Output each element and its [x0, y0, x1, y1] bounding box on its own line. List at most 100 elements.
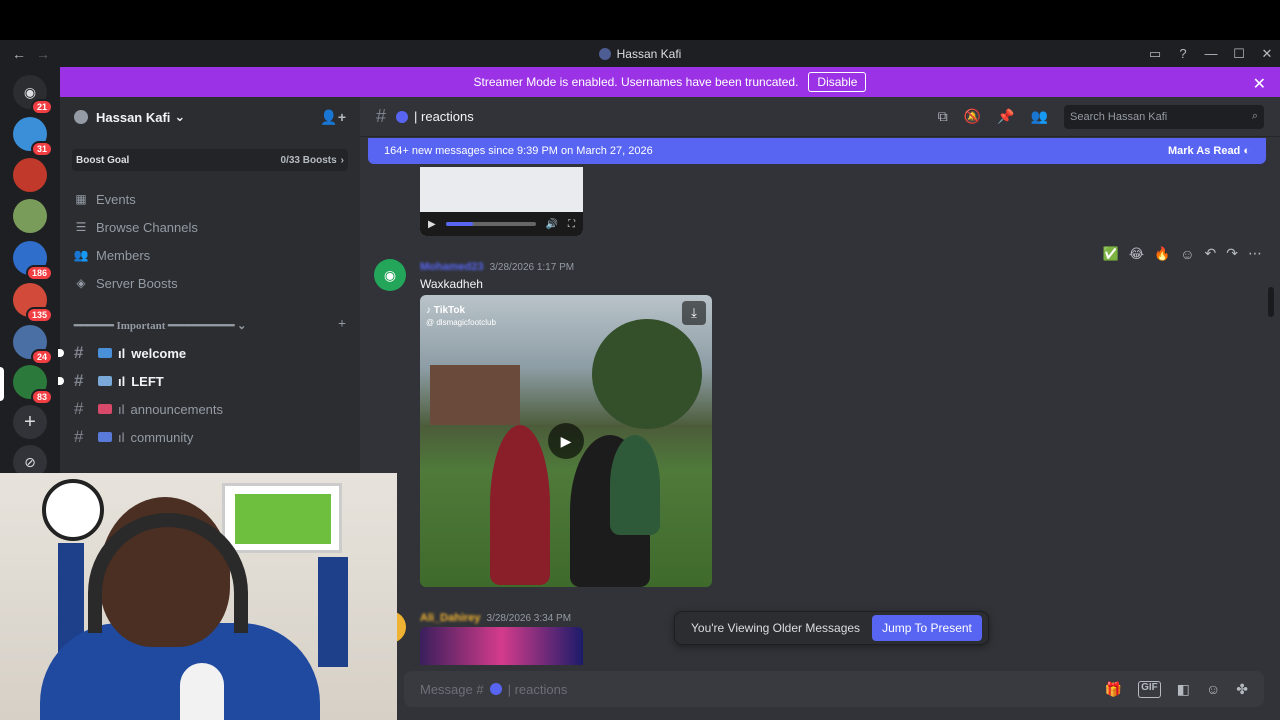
chat-scrollbar[interactable]: [1268, 287, 1274, 317]
previous-video-embed[interactable]: ▶ 🔊 ⛶: [420, 167, 583, 236]
server-icon-5[interactable]: 135: [13, 283, 53, 323]
hash-icon: #: [74, 343, 84, 362]
notification-badge: 24: [30, 349, 53, 365]
hash-icon: #: [74, 371, 84, 390]
reaction-fire-icon[interactable]: 🔥: [1154, 246, 1170, 262]
reply-icon[interactable]: ↶: [1205, 245, 1217, 262]
message-input[interactable]: Message # | reactions 🎁 GIF ◧ ☺ ✤: [404, 671, 1264, 707]
channel-label: announcements: [130, 401, 224, 417]
back-icon[interactable]: ←: [12, 46, 26, 62]
forward-icon[interactable]: ↷: [1226, 245, 1238, 262]
video-scene-person: [490, 425, 550, 585]
menu-item-server-boosts[interactable]: ◈ Server Boosts: [60, 269, 360, 297]
direct-messages-button[interactable]: ◉ 21: [13, 75, 53, 115]
message-hover-toolbar: ✅ 😂 🔥 ☺ ↶ ↷ ⋯: [1103, 245, 1262, 262]
server-icon-4[interactable]: 186: [13, 241, 53, 281]
boost-goal-bar[interactable]: Boost Goal 0/33 Boosts ›: [72, 149, 348, 171]
volume-icon[interactable]: 🔊: [546, 219, 558, 230]
server-icon-1[interactable]: 31: [13, 117, 53, 157]
channel-community[interactable]: # ıl community: [60, 423, 360, 451]
server-icon-6[interactable]: 24: [13, 325, 53, 365]
add-reaction-icon[interactable]: ☺: [1180, 246, 1194, 262]
sticker-icon[interactable]: ◧: [1177, 681, 1190, 698]
channel-left[interactable]: # ıl LEFT: [58, 367, 360, 395]
hash-icon: #: [74, 427, 84, 446]
member-list-icon[interactable]: 👥: [1031, 108, 1048, 125]
menu-item-label: Browse Channels: [96, 219, 198, 235]
close-window-icon[interactable]: ✕: [1260, 46, 1274, 61]
webcam-overlay: [0, 473, 397, 720]
guild-header[interactable]: Hassan Kafi ⌄ 👤+: [60, 97, 360, 137]
download-icon[interactable]: ⤓: [682, 301, 706, 325]
disable-streamer-mode-button[interactable]: Disable: [808, 72, 867, 92]
streamer-mode-text: Streamer Mode is enabled. Usernames have…: [473, 75, 799, 89]
menu-item-events[interactable]: ▦ Events: [60, 185, 360, 213]
more-icon[interactable]: ⋯: [1248, 245, 1262, 262]
reaction-check-icon[interactable]: ✅: [1103, 246, 1119, 262]
image-attachment[interactable]: [420, 627, 583, 665]
channel-prefix: ıl: [118, 401, 125, 417]
gift-icon[interactable]: 🎁: [1105, 681, 1122, 698]
play-button[interactable]: ▶: [548, 423, 584, 459]
new-messages-bar[interactable]: 164+ new messages since 9:39 PM on March…: [368, 138, 1266, 164]
video-progress[interactable]: [445, 222, 536, 226]
pin-icon[interactable]: 📌: [997, 108, 1014, 125]
avatar[interactable]: ◉: [374, 259, 406, 291]
active-server-indicator: [0, 367, 4, 401]
close-banner-icon[interactable]: ✕: [1253, 74, 1266, 94]
channel-welcome[interactable]: # ıl welcome: [58, 339, 360, 367]
tactics-board: [222, 483, 342, 553]
invite-people-icon[interactable]: 👤+: [320, 109, 346, 126]
reaction-laugh-icon[interactable]: 😂: [1129, 246, 1144, 262]
channel-emoji-icon: [98, 348, 112, 358]
add-server-button[interactable]: +: [13, 405, 47, 439]
menu-item-members[interactable]: 👥 Members: [60, 241, 360, 269]
composer-channel: | reactions: [507, 681, 568, 697]
play-icon[interactable]: ▶: [428, 219, 436, 230]
search-placeholder: Search Hassan Kafi: [1070, 110, 1168, 123]
wall-clock: [42, 479, 104, 541]
boost-icon: ◈: [76, 276, 86, 290]
server-icon-2[interactable]: [13, 158, 47, 192]
video-attachment[interactable]: ♪ TikTok @ dlsmagicfootclub ⤓ ▶: [420, 295, 712, 587]
message-timestamp: 3/28/2026 1:17 PM: [489, 262, 575, 273]
message-username[interactable]: Mohamed23: [420, 261, 484, 273]
new-messages-text: 164+ new messages since 9:39 PM on March…: [384, 145, 653, 157]
older-messages-text: You're Viewing Older Messages: [691, 621, 861, 635]
gif-icon[interactable]: GIF: [1138, 680, 1161, 698]
forward-icon[interactable]: →: [36, 46, 50, 62]
apps-icon[interactable]: ✤: [1236, 681, 1248, 698]
channel-prefix: ıl: [118, 345, 126, 361]
channel-announcements[interactable]: # ıl announcements: [60, 395, 360, 423]
search-input[interactable]: Search Hassan Kafi ⌕: [1064, 104, 1264, 129]
fullscreen-icon[interactable]: ⛶: [568, 219, 575, 230]
menu-item-label: Server Boosts: [96, 275, 178, 291]
scarf-right: [318, 557, 348, 667]
channel-label: community: [130, 429, 194, 445]
help-icon[interactable]: ?: [1176, 46, 1190, 61]
channel-emoji-icon: [98, 432, 112, 442]
emoji-icon[interactable]: ☺: [1206, 681, 1220, 698]
notifications-muted-icon[interactable]: 🔕: [964, 108, 981, 125]
server-icon: [598, 47, 611, 60]
threads-icon[interactable]: ⧉: [938, 108, 948, 125]
jump-to-present-button[interactable]: Jump To Present: [872, 615, 982, 641]
calendar-icon: ▦: [75, 192, 87, 206]
channel-prefix: ıl: [118, 429, 125, 445]
chevron-down-icon: ⌄: [174, 109, 186, 124]
guild-icon: [74, 110, 88, 124]
menu-item-browse-channels[interactable]: ☰ Browse Channels: [60, 213, 360, 241]
message-username[interactable]: Ali_Dahirey: [420, 612, 481, 624]
minimize-icon[interactable]: —: [1204, 46, 1218, 61]
search-icon: ⌕: [1251, 110, 1258, 122]
category-label: ━━━━━━ Important ━━━━━━━━━━ ⌄: [74, 319, 247, 332]
server-icon-3[interactable]: [13, 199, 47, 233]
server-icon-active[interactable]: 83: [13, 365, 53, 405]
mark-as-read-button[interactable]: Mark As Read ◐: [1168, 145, 1250, 157]
add-channel-icon[interactable]: +: [338, 317, 346, 333]
category-important[interactable]: ━━━━━━ Important ━━━━━━━━━━ ⌄ +: [60, 315, 360, 335]
hash-icon: #: [376, 106, 387, 126]
maximize-icon[interactable]: ☐: [1232, 46, 1246, 61]
older-messages-bar: You're Viewing Older Messages Jump To Pr…: [674, 611, 989, 645]
inbox-icon[interactable]: ▭: [1148, 46, 1162, 61]
